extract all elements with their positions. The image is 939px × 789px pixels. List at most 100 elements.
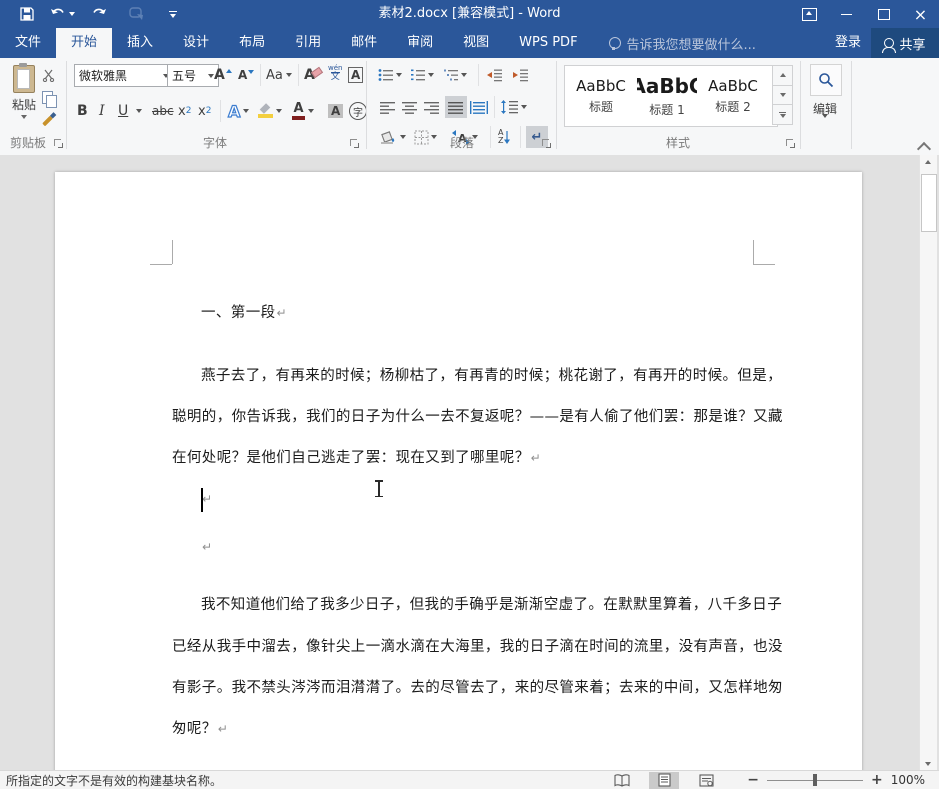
touch-mode-icon [128,7,143,20]
decrease-indent-button[interactable] [486,64,503,86]
zoom-out-button[interactable]: − [747,772,759,788]
zoom-level[interactable]: 100% [891,773,925,787]
align-center-button[interactable] [402,96,418,118]
text-caret [201,488,203,512]
minimize-button[interactable] [828,0,865,28]
paste-dropdown-arrow[interactable] [21,115,27,119]
text-effects-button[interactable]: A [227,100,250,122]
bullets-button[interactable] [378,64,402,86]
clear-formatting-button[interactable]: A [304,64,315,86]
line-spacing-button[interactable] [500,96,527,118]
read-mode-button[interactable] [607,772,637,789]
zoom-slider-thumb[interactable] [812,773,817,786]
change-case-dropdown-arrow[interactable] [285,73,292,77]
tab-references[interactable]: 引用 [280,28,336,58]
document-page[interactable]: 一、第一段↵ 燕子去了，有再来的时候；杨柳枯了，有再青的时候；桃花谢了，有再开的… [55,172,862,771]
change-case-button[interactable]: Aa [266,64,292,86]
tab-wps-pdf[interactable]: WPS PDF [504,28,592,58]
document-area[interactable]: 一、第一段↵ 燕子去了，有再来的时候；杨柳枯了，有再青的时候；桃花谢了，有再开的… [0,155,939,771]
font-color-dropdown-arrow[interactable] [308,109,314,113]
web-layout-button[interactable] [691,772,721,789]
tab-file[interactable]: 文件 [0,28,56,58]
group-separator [366,61,367,149]
font-dialog-launcher[interactable] [350,139,360,149]
highlight-dropdown-arrow[interactable] [276,109,282,113]
superscript-button[interactable]: x2 [198,100,211,122]
customize-quick-access-button[interactable] [156,0,190,28]
cut-button[interactable] [42,64,55,86]
format-painter-button[interactable] [42,110,53,132]
style-item-title[interactable]: AaBbC 标题 [571,70,631,122]
styles-more-button[interactable] [772,105,793,126]
enclose-characters-button[interactable]: 字 [349,100,367,122]
copy-icon [42,90,57,108]
font-color-button[interactable]: A [292,100,314,122]
justify-button[interactable] [445,96,467,118]
underline-button[interactable]: U [118,100,128,122]
character-border-button[interactable]: A [348,64,364,86]
grow-font-button[interactable]: A [214,64,232,86]
increase-indent-icon [513,69,528,82]
zoom-slider[interactable] [766,773,863,786]
tell-me-box[interactable]: 告诉我您想要做什么... [608,28,756,58]
zoom-in-button[interactable]: + [871,772,883,788]
ribbon-display-options-button[interactable] [791,0,828,28]
style-item-heading1[interactable]: AaBbC 标题 1 [637,70,697,122]
close-button[interactable]: × [902,0,939,28]
tab-design[interactable]: 设计 [168,28,224,58]
styles-scroll-up-button[interactable] [772,65,793,86]
tab-view[interactable]: 视图 [448,28,504,58]
change-case-icon: Aa [266,67,283,83]
subscript-button[interactable]: x2 [178,100,191,122]
distribute-button[interactable] [470,96,488,118]
tab-home[interactable]: 开始 [56,28,113,58]
save-button[interactable] [12,0,42,28]
line-spacing-dropdown-arrow[interactable] [521,105,527,109]
bullets-dropdown-arrow[interactable] [396,73,402,77]
increase-indent-button[interactable] [512,64,529,86]
paragraph-dialog-launcher[interactable] [542,139,552,149]
vertical-scrollbar[interactable] [919,155,937,771]
scroll-down-arrow-icon[interactable] [925,762,931,766]
editing-dropdown[interactable] [822,114,828,137]
font-name-combobox[interactable]: 微软雅黑 [74,64,174,87]
italic-button[interactable]: I [99,100,105,122]
copy-button[interactable] [42,86,57,108]
styles-scroll-down-button[interactable] [772,85,793,106]
tab-review[interactable]: 审阅 [392,28,448,58]
align-right-button[interactable] [424,96,440,118]
scrollbar-thumb[interactable] [921,174,937,232]
underline-dropdown[interactable] [136,100,142,122]
numbering-dropdown-arrow[interactable] [428,73,434,77]
multilevel-dropdown-arrow[interactable] [461,73,467,77]
tab-insert[interactable]: 插入 [112,28,168,58]
undo-dropdown-arrow[interactable] [68,12,75,16]
paste-button[interactable]: 粘贴 [6,63,42,129]
multilevel-list-button[interactable] [443,64,467,86]
share-button[interactable]: 共享 [871,28,939,58]
find-button[interactable] [810,64,842,96]
clipboard-dialog-launcher[interactable] [54,139,64,149]
numbering-button[interactable] [410,64,434,86]
align-left-button[interactable] [380,96,396,118]
maximize-button[interactable] [865,0,902,28]
undo-button[interactable] [42,0,82,28]
shrink-font-button[interactable]: A [238,64,255,86]
phonetic-guide-button[interactable]: wén 文 [328,62,342,84]
bold-button[interactable]: B [77,100,88,122]
print-layout-button[interactable] [649,771,679,789]
highlight-button[interactable] [258,100,282,122]
font-size-combobox[interactable]: 五号 [167,64,219,87]
scroll-up-arrow-icon[interactable] [925,160,931,164]
text-effects-dropdown-arrow[interactable] [243,109,250,113]
styles-dialog-launcher[interactable] [786,139,796,149]
sign-in-link[interactable]: 登录 [835,28,861,58]
style-item-heading2[interactable]: AaBbC 标题 2 [703,70,763,122]
tab-layout[interactable]: 布局 [224,28,280,58]
tab-mailings[interactable]: 邮件 [336,28,392,58]
character-shading-button[interactable]: A [328,100,344,122]
collapse-ribbon-button[interactable] [918,142,932,150]
redo-button[interactable] [82,0,116,28]
style-name: 标题 [588,100,613,114]
strikethrough-button[interactable]: abc [152,100,174,122]
